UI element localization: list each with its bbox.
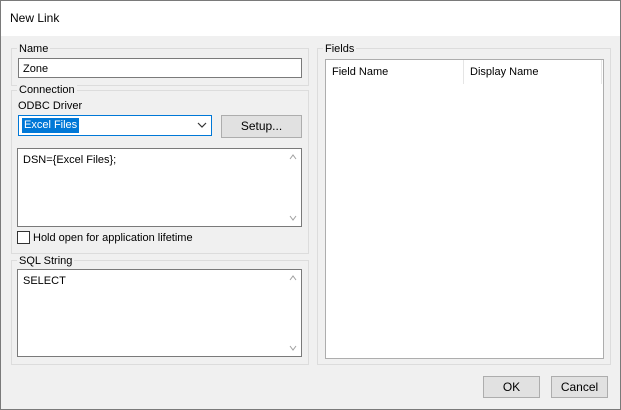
hold-open-label: Hold open for application lifetime — [33, 232, 193, 244]
column-header-display-name-label: Display Name — [470, 66, 539, 78]
scroll-down-icon[interactable] — [289, 345, 297, 351]
connection-string-scrollbar[interactable] — [285, 149, 301, 226]
chevron-down-icon — [197, 122, 207, 128]
odbc-driver-select[interactable]: Excel Files — [18, 115, 212, 136]
connection-string-textarea[interactable]: DSN={Excel Files}; — [17, 148, 302, 227]
sql-string-legend: SQL String — [17, 255, 75, 267]
name-input-value: Zone — [23, 63, 49, 75]
ok-button-label: OK — [502, 380, 521, 394]
hold-open-checkbox[interactable] — [17, 231, 30, 244]
ok-button[interactable]: OK — [483, 376, 540, 398]
cancel-button[interactable]: Cancel — [551, 376, 608, 398]
column-header-field-name-label: Field Name — [332, 66, 389, 78]
sql-string-value: SELECT — [23, 275, 66, 287]
setup-button[interactable]: Setup... — [221, 115, 302, 138]
cancel-button-label: Cancel — [560, 380, 599, 394]
connection-string-value: DSN={Excel Files}; — [23, 154, 117, 166]
sql-string-scrollbar[interactable] — [285, 270, 301, 356]
connection-legend: Connection — [17, 84, 77, 96]
window-title: New Link — [10, 11, 60, 25]
name-input[interactable]: Zone — [18, 58, 302, 78]
fields-list[interactable]: Field Name Display Name — [325, 59, 604, 359]
scroll-down-icon[interactable] — [289, 215, 297, 221]
odbc-driver-label: ODBC Driver — [18, 100, 83, 112]
title-bar[interactable]: New Link — [1, 1, 620, 36]
name-legend: Name — [17, 43, 51, 55]
column-header-display-name[interactable]: Display Name — [464, 60, 602, 84]
sql-string-textarea[interactable]: SELECT — [17, 269, 302, 357]
odbc-driver-selected-value: Excel Files — [22, 118, 80, 133]
new-link-dialog: New Link Name Zone Connection ODBC Drive… — [0, 0, 621, 410]
scroll-up-icon[interactable] — [289, 154, 297, 160]
setup-button-label: Setup... — [240, 119, 283, 133]
fields-legend: Fields — [323, 43, 357, 55]
scroll-up-icon[interactable] — [289, 275, 297, 281]
column-header-field-name[interactable]: Field Name — [326, 60, 464, 84]
